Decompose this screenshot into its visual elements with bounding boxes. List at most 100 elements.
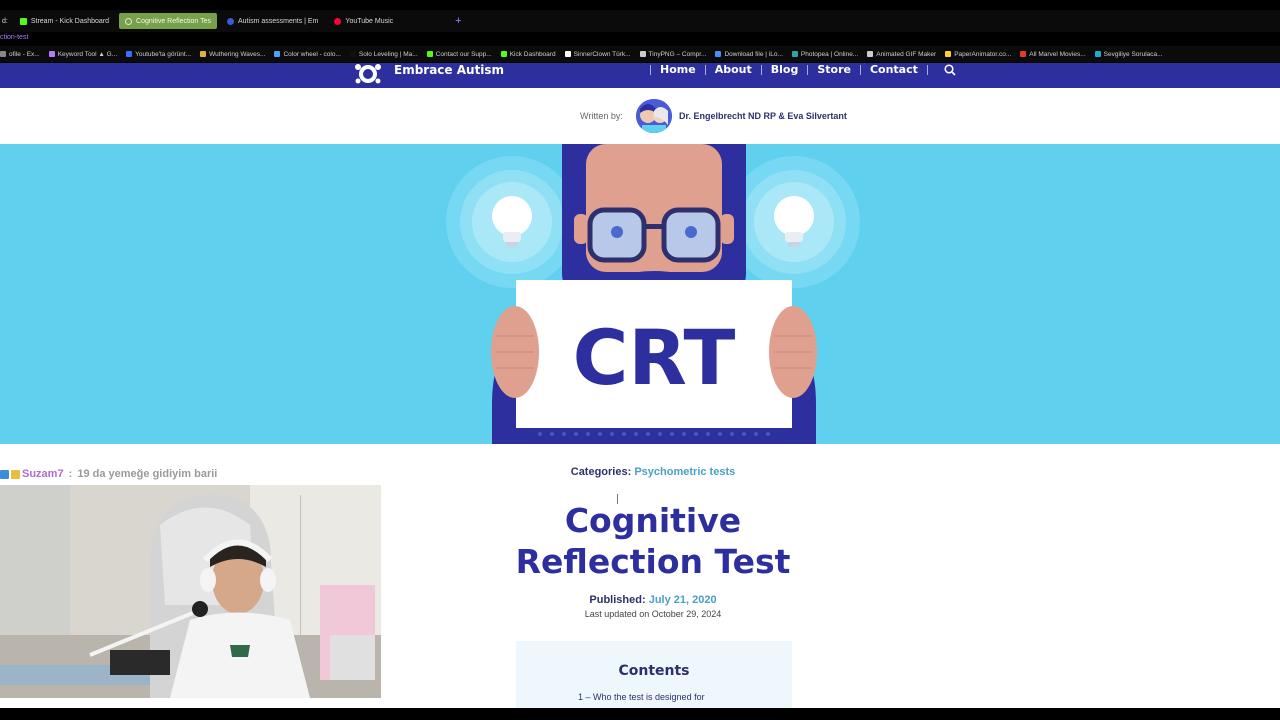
tab-label: Stream - Kick Dashboard <box>30 17 110 25</box>
bookmark-label: Color wheel - colo... <box>283 50 341 58</box>
stream-chat-message: Suzam7 : 19 da yemeğe gidiyim barii <box>0 466 217 482</box>
site-nav: Embrace Autism Home About Blog Store Con… <box>0 63 1280 88</box>
youtube-music-icon <box>334 17 342 25</box>
bookmark-item[interactable]: All Marvel Movies... <box>1020 50 1086 58</box>
bookmark-label: All Marvel Movies... <box>1029 50 1086 58</box>
globe-icon <box>227 17 235 25</box>
author-row: Written by: Dr. Engelbrecht ND RP & Eva … <box>0 99 1280 135</box>
bookmark-label: PaperAnimator.co... <box>954 50 1012 58</box>
tab-kick-dashboard[interactable]: Stream - Kick Dashboard <box>14 13 115 29</box>
published-date-link[interactable]: July 21, 2020 <box>649 594 717 606</box>
search-icon[interactable] <box>943 63 957 77</box>
tab-cognitive-reflection[interactable]: Cognitive Reflection Tes <box>119 13 218 29</box>
menu-about[interactable]: About <box>704 64 761 75</box>
bookmark-label: TinyPNG – Compr... <box>648 50 707 58</box>
bookmark-label: SinnerClown Türk... <box>573 50 631 58</box>
browser-tab-bar: d: Stream - Kick Dashboard Cognitive Ref… <box>0 10 1280 32</box>
bookmark-favicon-icon <box>349 51 356 57</box>
category-link[interactable]: Psychometric tests <box>634 466 735 478</box>
bookmark-label: Wuthering Waves... <box>209 50 266 58</box>
bookmark-label: Kick Dashboard <box>509 50 556 58</box>
logo-text[interactable]: Embrace Autism <box>394 63 504 77</box>
bookmark-favicon-icon <box>0 51 6 57</box>
toc-title: Contents <box>618 663 690 679</box>
bookmark-label: Solo Leveling | Ma... <box>358 50 418 58</box>
embrace-autism-logo-icon[interactable] <box>352 63 384 85</box>
bookmark-label: Sevgiliye Sorulaca... <box>1103 50 1163 58</box>
main-menu: Home About Blog Store Contact <box>650 63 928 77</box>
menu-contact[interactable]: Contact <box>859 64 927 75</box>
lightbulb-left-icon <box>446 156 578 288</box>
bookmark-favicon-icon <box>867 51 874 57</box>
address-bar[interactable]: ction-test <box>0 32 1280 44</box>
bookmark-item[interactable]: TinyPNG – Compr... <box>639 50 707 58</box>
tab-autism-assessments[interactable]: Autism assessments | Em <box>221 13 324 29</box>
bookmark-item[interactable]: ofile - Ex... <box>0 51 40 58</box>
bookmark-item[interactable]: Sevgiliye Sorulaca... <box>1094 50 1163 58</box>
loading-icon <box>125 17 133 25</box>
bookmark-label: ofile - Ex... <box>9 50 40 58</box>
tab-label: YouTube Music <box>345 17 394 25</box>
webcam-feed <box>0 485 381 698</box>
bookmark-item[interactable]: Color wheel - colo... <box>274 50 341 58</box>
categories-label: Categories: <box>570 466 632 478</box>
bookmark-favicon-icon <box>126 51 133 57</box>
tab-prefix[interactable]: d: <box>0 13 10 29</box>
bookmark-favicon-icon <box>1020 51 1027 57</box>
bookmark-item[interactable]: Download file | iLo... <box>715 50 783 58</box>
bookmark-item[interactable]: Kick Dashboard <box>500 50 556 58</box>
tab-youtube-music[interactable]: YouTube Music <box>328 13 399 29</box>
bookmark-label: Contact our Supp... <box>435 50 492 58</box>
table-of-contents: Contents 1 – Who the test is designed fo… <box>516 641 792 708</box>
bookmark-item[interactable]: SinnerClown Türk... <box>564 50 631 58</box>
written-by-label: Written by: <box>580 111 623 121</box>
tab-label: Autism assessments | Em <box>238 17 319 25</box>
bookmark-item[interactable]: Photopea | Online... <box>791 50 859 58</box>
bookmark-favicon-icon <box>200 51 207 57</box>
crown-badge-icon <box>11 469 20 479</box>
streamer-image <box>0 485 381 698</box>
menu-home[interactable]: Home <box>650 64 705 75</box>
bookmark-label: Photopea | Online... <box>800 50 859 58</box>
menu-divider <box>926 65 928 75</box>
new-tab-button[interactable]: + <box>455 15 461 27</box>
bookmark-item[interactable]: Wuthering Waves... <box>200 51 265 58</box>
bookmark-label: Download file | iLo... <box>724 50 783 58</box>
bookmark-item[interactable]: Solo Leveling | Ma... <box>349 50 418 58</box>
bookmark-favicon-icon <box>715 51 722 57</box>
lightbulb-right-icon <box>728 156 860 288</box>
chat-username: Suzam7 <box>22 468 64 480</box>
tab-label: Cognitive Reflection Tes <box>136 17 212 25</box>
bookmark-favicon-icon <box>48 51 55 57</box>
author-names[interactable]: Dr. Engelbrecht ND RP & Eva Silvertant <box>679 111 847 121</box>
bookmark-favicon-icon <box>639 51 646 57</box>
bookmark-favicon-icon <box>564 51 571 57</box>
chat-separator: : <box>65 468 76 480</box>
bottom-letterbox <box>0 708 1280 720</box>
published-label: Published: <box>589 594 646 606</box>
bookmark-item[interactable]: Animated GIF Maker <box>867 51 936 58</box>
bookmark-label: Youtube'ta görünt... <box>135 50 192 58</box>
bookmark-item[interactable]: Youtube'ta görünt... <box>126 51 191 58</box>
bookmark-favicon-icon <box>945 51 952 57</box>
menu-store[interactable]: Store <box>807 64 860 75</box>
kick-icon <box>19 17 27 25</box>
bookmark-label: Animated GIF Maker <box>876 50 937 58</box>
bookmark-item[interactable]: PaperAnimator.co... <box>945 51 1011 58</box>
bookmark-item[interactable]: Contact our Supp... <box>426 50 492 58</box>
toc-item[interactable]: 1 – Who the test is designed for <box>578 692 705 702</box>
moderator-badge-icon <box>0 469 9 479</box>
author-avatar[interactable] <box>636 99 672 133</box>
url-text: ction-test <box>0 34 29 41</box>
bookmarks-bar: ofile - Ex... Keyword Tool ▲ G... Youtube'… <box>0 46 1280 62</box>
bookmark-favicon-icon <box>791 51 798 57</box>
bookmark-favicon-icon <box>274 51 281 57</box>
bookmark-item[interactable]: Keyword Tool ▲ G... <box>48 51 117 58</box>
crt-illustration: CRT <box>446 144 860 444</box>
screen: d: Stream - Kick Dashboard Cognitive Ref… <box>0 0 1280 720</box>
text-cursor-icon <box>617 494 618 504</box>
chat-text: 19 da yemeğe gidiyim barii <box>77 468 218 480</box>
bookmark-favicon-icon <box>426 51 433 57</box>
menu-blog[interactable]: Blog <box>760 64 808 75</box>
bookmark-favicon-icon <box>1094 51 1101 57</box>
